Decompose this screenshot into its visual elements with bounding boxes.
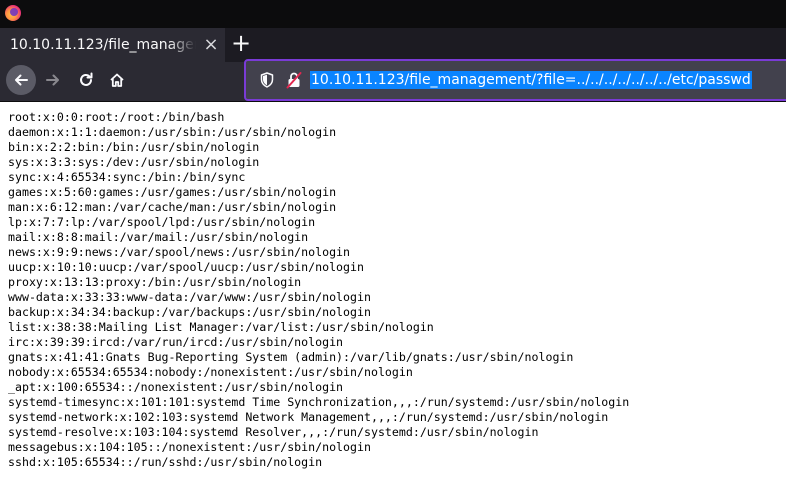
file-line: sync:x:4:65534:sync:/bin:/bin/sync xyxy=(8,170,246,184)
firefox-icon xyxy=(5,5,21,21)
file-line: proxy:x:13:13:proxy:/bin:/usr/sbin/nolog… xyxy=(8,275,302,289)
file-line: backup:x:34:34:backup:/var/backups:/usr/… xyxy=(8,305,371,319)
arrow-left-icon xyxy=(15,74,28,86)
file-line: www-data:x:33:33:www-data:/var/www:/usr/… xyxy=(8,290,371,304)
file-line: systemd-network:x:102:103:systemd Networ… xyxy=(8,410,609,424)
window-titlebar xyxy=(0,0,786,28)
file-line: sys:x:3:3:sys:/dev:/usr/sbin/nologin xyxy=(8,155,260,169)
file-line: systemd-resolve:x:103:104:systemd Resolv… xyxy=(8,425,539,439)
file-line: messagebus:x:104:105::/nonexistent:/usr/… xyxy=(8,440,371,454)
file-line: news:x:9:9:news:/var/spool/news:/usr/sbi… xyxy=(8,245,351,259)
home-icon xyxy=(110,73,124,87)
file-line: sshd:x:105:65534::/run/sshd:/usr/sbin/no… xyxy=(8,455,323,469)
file-line: _apt:x:100:65534::/nonexistent:/usr/sbin… xyxy=(8,380,344,394)
reload-icon xyxy=(80,72,93,86)
shield-icon[interactable] xyxy=(260,72,274,88)
page-content: root:x:0:0:root:/root:/bin/bash daemon:x:… xyxy=(0,102,786,491)
tab-title: 10.10.11.123/file_manageme xyxy=(10,37,196,53)
file-line: systemd-timesync:x:101:101:systemd Time … xyxy=(8,395,630,409)
file-line: root:x:0:0:root:/root:/bin/bash xyxy=(8,110,225,124)
arrow-right-icon xyxy=(46,74,59,86)
file-line: list:x:38:38:Mailing List Manager:/var/l… xyxy=(8,320,434,334)
back-button[interactable] xyxy=(6,65,36,95)
file-line: lp:x:7:7:lp:/var/spool/lpd:/usr/sbin/nol… xyxy=(8,215,316,229)
home-button[interactable] xyxy=(102,65,132,95)
address-bar[interactable]: 10.10.11.123/file_management/?file=../..… xyxy=(244,59,786,101)
tabstrip xyxy=(225,28,786,62)
new-tab-button[interactable]: + xyxy=(229,30,253,58)
lock-crossed-icon[interactable] xyxy=(286,71,302,89)
file-line: gnats:x:41:41:Gnats Bug-Reporting System… xyxy=(8,350,574,364)
file-line: games:x:5:60:games:/usr/games:/usr/sbin/… xyxy=(8,185,337,199)
file-line: bin:x:2:2:bin:/bin:/usr/sbin/nologin xyxy=(8,140,260,154)
file-line: nobody:x:65534:65534:nobody:/nonexistent… xyxy=(8,365,413,379)
file-line: uucp:x:10:10:uucp:/var/spool/uucp:/usr/s… xyxy=(8,260,364,274)
file-line: man:x:6:12:man:/var/cache/man:/usr/sbin/… xyxy=(8,200,337,214)
url-text[interactable]: 10.10.11.123/file_management/?file=../..… xyxy=(310,71,752,89)
forward-button[interactable] xyxy=(38,65,68,95)
file-line: irc:x:39:39:ircd:/var/run/ircd:/usr/sbin… xyxy=(8,335,344,349)
file-line: mail:x:8:8:mail:/var/mail:/usr/sbin/nolo… xyxy=(8,230,309,244)
tab-active[interactable]: 10.10.11.123/file_manageme × xyxy=(0,28,225,62)
file-line: daemon:x:1:1:daemon:/usr/sbin:/usr/sbin/… xyxy=(8,125,337,139)
reload-button[interactable] xyxy=(71,65,101,95)
tab-close-icon[interactable]: × xyxy=(201,35,221,55)
